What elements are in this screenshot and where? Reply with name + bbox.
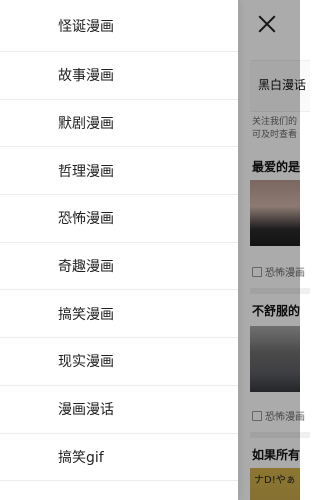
menu-item-mime-comics[interactable]: 默剧漫画 [0,100,238,148]
menu-item-label: 恐怖漫画 [58,211,114,228]
drawer-overlay[interactable] [238,0,300,500]
menu-item-label: 哲理漫画 [58,163,114,180]
menu-item-label: 怪诞漫画 [58,18,114,35]
menu-item-horror-comics[interactable]: 恐怖漫画 [0,195,238,243]
menu-item-philosophy-comics[interactable]: 哲理漫画 [0,147,238,196]
menu-item-comic-talk[interactable]: 漫画漫话 [0,386,238,434]
menu-item-label: 漫画漫话 [58,402,114,419]
menu-item-funny-comics[interactable]: 搞笑漫画 [0,290,238,339]
menu-item-label: 默剧漫画 [58,116,114,133]
menu-item-weird-comics[interactable]: 怪诞漫画 [0,0,238,52]
category-drawer: 怪诞漫画 故事漫画 默剧漫画 哲理漫画 恐怖漫画 奇趣漫画 搞笑漫画 现实漫画 … [0,0,238,500]
menu-item-reality-comics[interactable]: 现实漫画 [0,338,238,386]
menu-item-fun-comics[interactable]: 奇趣漫画 [0,243,238,291]
menu-item-label: 故事漫画 [58,68,114,85]
menu-item-label: 现实漫画 [58,354,114,371]
menu-item-story-comics[interactable]: 故事漫画 [0,52,238,100]
menu-item-label: 搞笑漫画 [58,306,114,323]
menu-item-label: 奇趣漫画 [58,259,114,276]
menu-item-label: 搞笑gif [58,449,104,466]
menu-item-funny-gif[interactable]: 搞笑gif [0,434,238,482]
